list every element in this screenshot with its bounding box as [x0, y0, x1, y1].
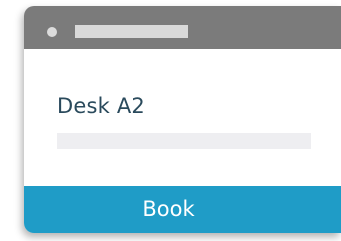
window-dot-icon [47, 27, 57, 37]
window-titlebar [24, 6, 341, 49]
book-button[interactable]: Book [24, 186, 341, 233]
desk-title: Desk A2 [57, 94, 145, 118]
desk-card: Desk A2 Book [24, 6, 341, 233]
desk-subtitle-placeholder [57, 133, 311, 149]
card-content: Desk A2 [24, 49, 341, 186]
book-button-label: Book [142, 197, 195, 221]
titlebar-title-placeholder [75, 25, 188, 38]
